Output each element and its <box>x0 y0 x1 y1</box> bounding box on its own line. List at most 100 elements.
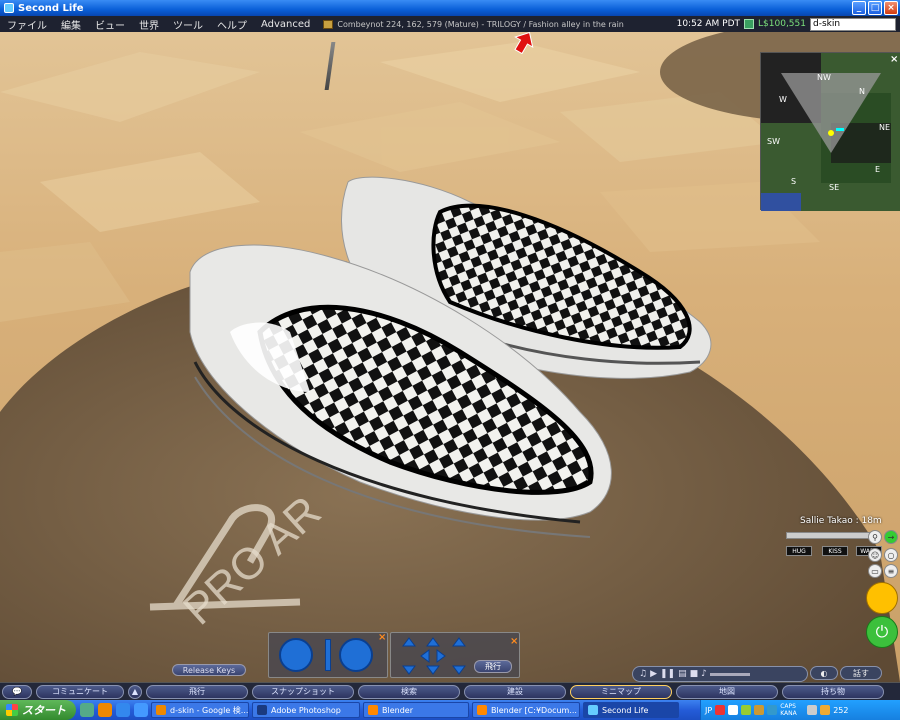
walk-icon[interactable]: ⚲ <box>868 530 882 544</box>
task-label: Blender [C:¥Docum... <box>491 705 577 715</box>
hug-button[interactable]: HUG <box>786 546 812 556</box>
mini-map[interactable]: NW N W NE SW E S SE <box>760 52 900 211</box>
menu-world[interactable]: 世界 <box>132 17 166 32</box>
compass-n: N <box>859 87 865 96</box>
system-tray: JP CAPS KANA 252 <box>700 700 900 720</box>
move-dpad[interactable] <box>279 638 313 672</box>
forward-arrow-icon[interactable]: → <box>884 530 898 544</box>
network-icon[interactable] <box>807 705 818 715</box>
menu-tools[interactable]: ツール <box>166 17 210 32</box>
quicklaunch-ie-icon[interactable] <box>116 703 130 717</box>
ime-icon[interactable] <box>715 705 726 715</box>
inventory-button[interactable]: 持ち物 <box>782 684 884 699</box>
task-label: d-skin - Google 検... <box>170 705 249 715</box>
person-icon[interactable]: ☺ <box>868 548 882 562</box>
menu-help[interactable]: ヘルプ <box>210 17 254 32</box>
language-indicator[interactable]: JP <box>705 706 712 715</box>
compass-nw: NW <box>817 73 831 82</box>
task-photoshop[interactable]: Adobe Photoshop <box>252 702 360 718</box>
close-button[interactable]: × <box>884 1 898 15</box>
media-controls: ♫ ▶ ❚❚ ▤ ■ ♪ <box>632 666 808 682</box>
input-mode-icon[interactable] <box>728 705 739 715</box>
fly-panel-close-button[interactable]: × <box>510 636 518 647</box>
location-display[interactable]: Combeynot 224, 162, 579 (Mature) - TRILO… <box>323 19 624 29</box>
chat-bubble-icon[interactable]: 💬 <box>2 684 32 699</box>
communicate-dropdown-icon[interactable]: ▲ <box>128 684 142 699</box>
play-icon[interactable]: ▶ <box>650 669 657 679</box>
windows-logo-icon <box>6 704 18 716</box>
movement-controls-panel <box>268 632 388 678</box>
fly-toggle-button[interactable]: 飛行 <box>474 660 512 673</box>
start-label: スタート <box>22 704 66 717</box>
task-label: Adobe Photoshop <box>271 705 341 715</box>
minimap-button[interactable]: ミニマップ <box>570 684 672 699</box>
second-life-icon <box>588 705 598 715</box>
minimap-close-button[interactable]: × <box>890 54 898 65</box>
kiss-button[interactable]: KISS <box>822 546 848 556</box>
caps-kana-indicator: CAPS KANA <box>780 703 797 717</box>
speaker-icon[interactable] <box>820 705 831 715</box>
maximize-button[interactable]: □ <box>868 1 882 15</box>
power-icon[interactable]: ⏻ <box>866 616 898 648</box>
voice-icon[interactable]: ◐ <box>810 666 838 680</box>
task-second-life[interactable]: Second Life <box>583 702 679 718</box>
tray-clock: 252 <box>833 705 849 715</box>
search-input[interactable] <box>810 17 896 31</box>
map-button[interactable]: 地図 <box>676 684 778 699</box>
menu-edit[interactable]: 編集 <box>54 17 88 32</box>
quicklaunch-firefox-icon[interactable] <box>98 703 112 717</box>
build-button[interactable]: 建設 <box>464 684 566 699</box>
pause-icon[interactable]: ❚❚ <box>660 669 675 679</box>
stop-icon[interactable]: ■ <box>690 669 699 679</box>
tray-app-icon[interactable] <box>741 705 752 715</box>
avatar-name-tag[interactable]: Sallie Takao : 18m <box>800 516 882 526</box>
zoom-slider[interactable] <box>325 639 331 671</box>
volume-slider[interactable] <box>709 672 750 676</box>
film-icon[interactable]: ▤ <box>678 669 687 679</box>
compass-s: S <box>791 177 797 186</box>
menu-view[interactable]: ビュー <box>88 17 132 32</box>
window-title: Second Life <box>18 2 84 14</box>
compass-se: SE <box>829 183 840 192</box>
tray-app-icon[interactable] <box>767 705 778 715</box>
camera-dpad[interactable] <box>339 638 373 672</box>
windows-taskbar: スタート d-skin - Google 検... Adobe Photosho… <box>0 700 900 720</box>
clock: 10:52 AM PDT <box>676 19 741 29</box>
menu-advanced[interactable]: Advanced <box>254 19 317 30</box>
talk-button[interactable]: 話す <box>840 666 882 680</box>
blender-icon <box>368 705 378 715</box>
movement-panel-close-button[interactable]: × <box>378 632 386 643</box>
compass-e: E <box>875 165 881 174</box>
screen-icon[interactable]: ▭ <box>868 564 882 578</box>
screen: Second Life _ □ × ファイル 編集 ビュー 世界 ツール ヘルプ… <box>0 0 900 720</box>
fly-button[interactable]: 飛行 <box>146 684 248 699</box>
compass-w: W <box>779 95 787 104</box>
music-icon[interactable]: ♫ <box>639 669 647 679</box>
buy-currency-icon[interactable] <box>744 19 755 29</box>
hud-icon[interactable]: ○ <box>884 548 898 562</box>
quicklaunch-desktop-icon[interactable] <box>80 703 94 717</box>
snapshot-button[interactable]: スナップショット <box>252 684 354 699</box>
task-label: Blender <box>382 705 413 715</box>
title-bar[interactable]: Second Life <box>0 0 900 16</box>
list-icon[interactable]: ≡ <box>884 564 898 578</box>
task-firefox[interactable]: d-skin - Google 検... <box>151 702 249 718</box>
firefox-icon <box>156 705 166 715</box>
search-button[interactable]: 検索 <box>358 684 460 699</box>
task-blender[interactable]: Blender <box>363 702 469 718</box>
minimize-button[interactable]: _ <box>852 1 866 15</box>
menu-file[interactable]: ファイル <box>0 17 54 32</box>
task-blender-file[interactable]: Blender [C:¥Docum... <box>472 702 580 718</box>
release-keys-button[interactable]: Release Keys <box>172 664 246 676</box>
parcel-icon <box>323 19 334 29</box>
task-label: Second Life <box>602 705 649 715</box>
start-button[interactable]: スタート <box>0 700 76 720</box>
chair-icon[interactable] <box>866 582 898 614</box>
fly-arrows-icon[interactable] <box>401 636 471 676</box>
quicklaunch-media-icon[interactable] <box>134 703 148 717</box>
volume-icon[interactable]: ♪ <box>701 669 707 679</box>
blender-icon <box>477 705 487 715</box>
communicate-button[interactable]: コミュニケート <box>36 684 124 699</box>
compass-ne: NE <box>879 123 891 132</box>
tray-app-icon[interactable] <box>754 705 765 715</box>
